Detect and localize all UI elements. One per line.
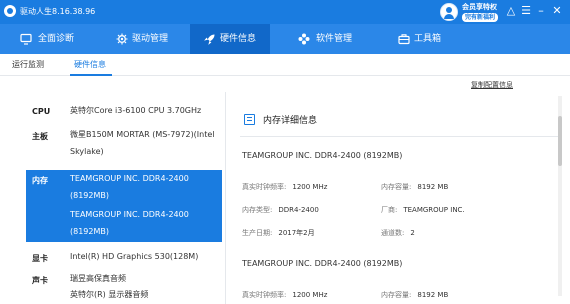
hardware-value: 瑞昱高保真音频: [70, 274, 126, 283]
hardware-value: 微星B150M MORTAR (MS-7972)(Intel Skylake): [70, 130, 215, 156]
memory-field: 真实时钟频率: 1200 MHz: [242, 183, 328, 191]
hardware-row-memory[interactable]: 内存 TEAMGROUP INC. DDR4-2400 (8192MB) TEA…: [26, 170, 222, 242]
hardware-value: TEAMGROUP INC. DDR4-2400 (8192MB): [70, 210, 189, 236]
memory-detail-panel: 内存详细信息 TEAMGROUP INC. DDR4-2400 (8192MB)…: [226, 92, 570, 304]
memory-field: 生产日期: 2017年2月: [242, 229, 315, 237]
close-icon[interactable]: ✕: [551, 5, 563, 17]
monitor-icon: [20, 33, 32, 45]
toolbox-icon: [398, 34, 410, 45]
memory-field: 内存类型: DDR4-2400: [242, 206, 319, 214]
panel-title: 内存详细信息: [263, 116, 318, 126]
nav-driver[interactable]: 驱动管理: [104, 24, 186, 54]
scrollbar-thumb[interactable]: [558, 116, 562, 166]
nav-software-label: 软件管理: [316, 34, 353, 44]
tab-hardware-info[interactable]: 硬件信息: [74, 59, 106, 70]
nav-hardware-label: 硬件信息: [220, 34, 257, 44]
user-avatar[interactable]: [440, 3, 458, 21]
memory-field: 通道数: 2: [381, 229, 415, 237]
app-logo-icon: [4, 5, 16, 17]
memory-field: 内存容量: 8192 MB: [381, 183, 449, 191]
nav-toolbox-label: 工具箱: [414, 34, 442, 44]
vip-text[interactable]: 会员享特权: [462, 2, 497, 12]
document-icon: [244, 114, 255, 125]
active-tab-indicator: [70, 74, 112, 76]
app-window: 驱动人生8.16.38.96 会员享特权 完有新福利 △ ☰ – ✕ 全面诊断 …: [0, 0, 570, 304]
nav-hardware[interactable]: 硬件信息: [190, 24, 270, 54]
app-title: 驱动人生8.16.38.96: [20, 7, 96, 16]
hardware-list: CPU 英特尔Core i3-6100 CPU 3.70GHz 主板 微星B15…: [0, 92, 226, 304]
tab-monitor[interactable]: 运行监测: [12, 59, 44, 70]
hardware-row-cpu[interactable]: CPU 英特尔Core i3-6100 CPU 3.70GHz: [26, 102, 222, 124]
title-bar: 驱动人生8.16.38.96 会员享特权 完有新福利 △ ☰ – ✕: [0, 0, 570, 24]
hardware-key: 声卡: [32, 276, 48, 285]
hardware-row-audio[interactable]: 声卡 瑞昱高保真音频 英特尔(R) 显示器音频: [26, 270, 222, 304]
divider: [240, 136, 562, 137]
sub-tabs: 运行监测 硬件信息: [0, 54, 570, 76]
hardware-row-graphics[interactable]: 显卡 Intel(R) HD Graphics 530(128M): [26, 248, 222, 266]
memory-field: 厂商: TEAMGROUP INC.: [381, 206, 465, 214]
nav-diagnose[interactable]: 全面诊断: [14, 24, 84, 54]
hardware-value: 英特尔(R) 显示器音频: [70, 290, 149, 299]
memory-field: 内存容量: 8192 MB: [381, 291, 449, 299]
hardware-key: 显卡: [32, 254, 48, 263]
nav-software[interactable]: 软件管理: [292, 24, 372, 54]
hardware-value: Intel(R) HD Graphics 530(128M): [70, 252, 199, 261]
main-nav: 全面诊断 驱动管理 硬件信息 软件管理 工具箱: [0, 24, 570, 54]
minimize-icon[interactable]: –: [535, 5, 547, 17]
hardware-value: TEAMGROUP INC. DDR4-2400 (8192MB): [70, 174, 189, 200]
hardware-value: 英特尔Core i3-6100 CPU 3.70GHz: [70, 106, 202, 115]
scrollbar[interactable]: [558, 96, 562, 296]
nav-driver-label: 驱动管理: [132, 34, 169, 44]
hardware-row-mainboard[interactable]: 主板 微星B150M MORTAR (MS-7972)(Intel Skylak…: [26, 126, 222, 166]
nav-toolbox[interactable]: 工具箱: [392, 24, 462, 54]
memory-module-name: TEAMGROUP INC. DDR4-2400 (8192MB): [242, 151, 403, 160]
hardware-key: 主板: [32, 132, 48, 141]
menu-icon[interactable]: ☰: [520, 5, 532, 17]
copy-config-link[interactable]: 复制配置信息: [471, 80, 513, 90]
memory-field: 真实时钟频率: 1200 MHz: [242, 291, 328, 299]
apps-icon: [298, 33, 310, 45]
notification-icon[interactable]: △: [505, 5, 517, 17]
rocket-icon: [204, 34, 215, 45]
nav-diagnose-label: 全面诊断: [38, 34, 75, 44]
memory-module-name: TEAMGROUP INC. DDR4-2400 (8192MB): [242, 259, 403, 268]
hardware-key: 内存: [32, 176, 48, 185]
gear-icon: [116, 33, 128, 45]
hardware-key: CPU: [32, 107, 51, 116]
vip-badge[interactable]: 完有新福利: [462, 13, 499, 22]
